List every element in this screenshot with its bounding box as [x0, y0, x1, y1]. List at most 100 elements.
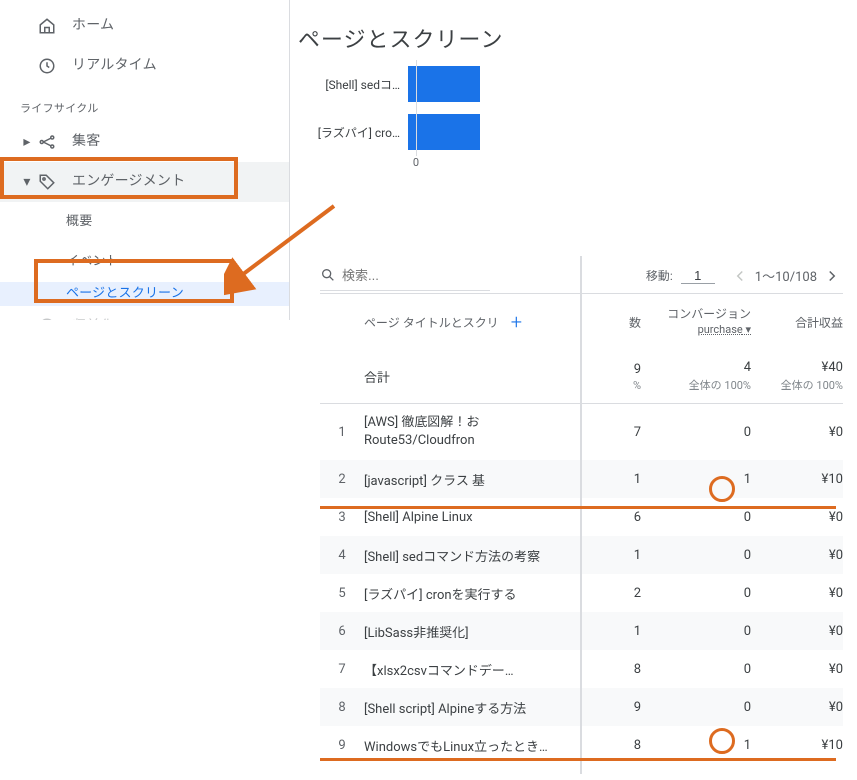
nav-engagement-overview[interactable]: 概要: [0, 202, 289, 242]
row-count: 8: [587, 662, 641, 677]
col-conversion[interactable]: コンバージョン purchase ▾: [641, 307, 751, 337]
col-count[interactable]: 数: [587, 314, 641, 331]
caret-right-icon: ▸: [20, 134, 34, 150]
move-input[interactable]: [681, 268, 715, 284]
pager-next[interactable]: [821, 265, 843, 287]
pager-prev[interactable]: [729, 265, 751, 287]
row-index: 5: [320, 586, 364, 601]
col-page-title[interactable]: ページ タイトルとスクリ +: [364, 310, 587, 334]
col-conversion-label: コンバージョン: [641, 307, 751, 323]
nav-realtime[interactable]: リアルタイム: [0, 46, 289, 86]
row-conv: 0: [641, 425, 751, 440]
row-conv: 1: [641, 738, 751, 753]
nav-engagement-events[interactable]: イベント: [0, 242, 289, 282]
search-input[interactable]: [342, 268, 490, 283]
row-title[interactable]: 【xlsx2csvコマンドデー…: [364, 660, 587, 679]
row-rev: ¥0: [751, 548, 843, 563]
row-index: 7: [320, 662, 364, 677]
row-rev: ¥10: [751, 738, 843, 753]
row-count: 8: [587, 738, 641, 753]
row-index: 8: [320, 700, 364, 715]
row-rev: ¥0: [751, 425, 843, 440]
row-index: 6: [320, 624, 364, 639]
row-conv: 1: [641, 472, 751, 487]
nav-acquisition-label: 集客: [72, 133, 100, 151]
chart-row-1: [ラズパイ] cro…: [298, 108, 508, 156]
totals-count-sub: %: [587, 379, 641, 392]
nav-overview-label: 概要: [66, 214, 92, 230]
row-count: 1: [587, 548, 641, 563]
row-title[interactable]: WindowsでもLinux立ったとき…: [364, 736, 587, 755]
row-count: 1: [587, 472, 641, 487]
totals-count: 9: [634, 362, 641, 377]
sidebar-cutoff: [0, 320, 290, 780]
home-icon: [36, 15, 58, 37]
row-rev: ¥0: [751, 624, 843, 639]
row-title[interactable]: [LibSass非推奨化]: [364, 622, 587, 641]
row-index: 1: [320, 425, 364, 440]
row-title[interactable]: [Shell] sedコマンド方法の考察: [364, 546, 587, 565]
row-title[interactable]: [javascript] クラス 基: [364, 470, 587, 489]
report-pane: ページとスクリーン [Shell] sedコ… [ラズパイ] cro… 0 移動…: [290, 0, 857, 774]
nav-engagement[interactable]: ▾ エンゲージメント: [0, 162, 289, 202]
totals-label: 合計: [364, 367, 587, 386]
nav-events-label: イベント: [66, 254, 119, 270]
add-dimension-icon[interactable]: +: [511, 310, 522, 334]
totals-rev: ¥40: [822, 360, 843, 375]
row-rev: ¥0: [751, 510, 843, 525]
row-conv: 0: [641, 662, 751, 677]
chart-bar-1: [408, 114, 480, 150]
table-search[interactable]: [320, 261, 490, 291]
left-nav: ホーム リアルタイム ライフサイクル ▸ 集客 ▾ エンゲージメント 概要 イベ…: [0, 0, 290, 774]
totals-rev-sub: 全体の 100%: [751, 377, 843, 393]
acquisition-icon: [36, 131, 58, 153]
col-revenue[interactable]: 合計収益: [751, 314, 843, 331]
chart-row-0: [Shell] sedコ…: [298, 60, 508, 108]
search-icon: [320, 267, 336, 283]
move-label: 移動:: [646, 267, 673, 284]
totals-conv: 4: [744, 360, 751, 375]
row-conv: 0: [641, 548, 751, 563]
caret-down-icon: ▾: [20, 174, 34, 190]
nav-realtime-label: リアルタイム: [72, 57, 157, 75]
row-title[interactable]: [AWS] 徹底図解！お Route53/Cloudfron: [364, 414, 587, 449]
row-conv: 0: [641, 700, 751, 715]
row-rev: ¥10: [751, 472, 843, 487]
row-count: 9: [587, 700, 641, 715]
row-title[interactable]: [Shell script] Alpineする方法: [364, 698, 587, 717]
nav-pages-label: ページとスクリーン: [66, 286, 184, 302]
row-conv: 0: [641, 624, 751, 639]
nav-engagement-label: エンゲージメント: [72, 173, 185, 191]
row-count: 2: [587, 586, 641, 601]
row-title[interactable]: [Shell] Alpine Linux: [364, 510, 587, 525]
chart-tick-0: 0: [413, 156, 419, 169]
section-lifecycle: ライフサイクル: [0, 86, 289, 122]
row-rev: ¥0: [751, 586, 843, 601]
chart-label-0: [Shell] sedコ…: [298, 76, 408, 93]
row-index: 2: [320, 472, 364, 487]
row-count: 6: [587, 510, 641, 525]
row-conv: 0: [641, 586, 751, 601]
pager-range: 1～10/108: [755, 266, 817, 285]
chart-label-1: [ラズパイ] cro…: [298, 124, 408, 141]
page-title: ページとスクリーン: [290, 0, 857, 68]
row-count: 7: [587, 425, 641, 440]
top-pages-chart: [Shell] sedコ… [ラズパイ] cro… 0: [298, 60, 508, 174]
nav-acquisition[interactable]: ▸ 集客: [0, 122, 289, 162]
col-conversion-sub[interactable]: purchase ▾: [641, 323, 751, 337]
chart-gridline: [416, 60, 417, 156]
nav-home[interactable]: ホーム: [0, 6, 289, 46]
row-rev: ¥0: [751, 700, 843, 715]
row-conv: 0: [641, 510, 751, 525]
totals-conv-sub: 全体の 100%: [641, 377, 751, 393]
row-count: 1: [587, 624, 641, 639]
row-index: 9: [320, 738, 364, 753]
tag-icon: [36, 171, 58, 193]
row-title[interactable]: [ラズパイ] cronを実行する: [364, 584, 587, 603]
chart-bar-0: [408, 66, 480, 102]
chart-axis: 0: [416, 156, 508, 174]
row-rev: ¥0: [751, 662, 843, 677]
nav-home-label: ホーム: [72, 17, 114, 35]
row-index: 3: [320, 510, 364, 525]
nav-engagement-pages-screens[interactable]: ページとスクリーン: [0, 282, 289, 306]
